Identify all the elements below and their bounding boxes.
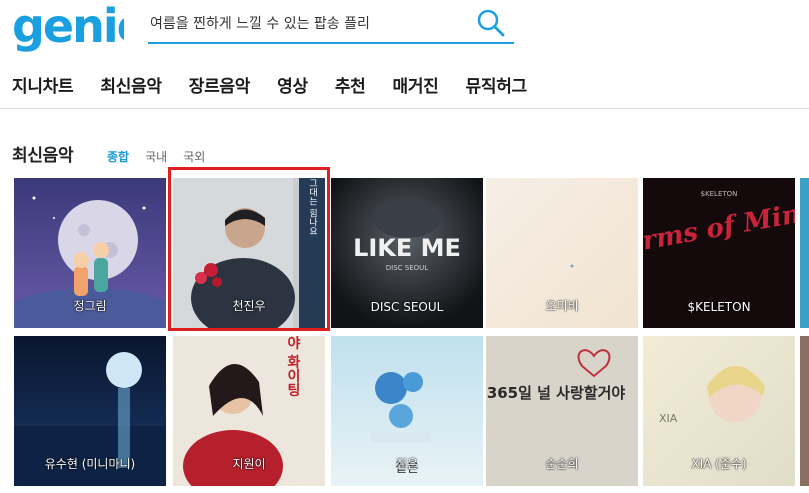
tab-foreign[interactable]: 국외 (183, 148, 205, 165)
album-card[interactable]: XIA XIA (준수) (643, 336, 795, 486)
search-icon[interactable] (476, 8, 506, 38)
album-card[interactable]: 이별이 그대는 힘나요 천진우 (173, 178, 325, 328)
genie-logo[interactable]: genie (12, 0, 124, 58)
search-bar (148, 6, 514, 44)
album-card[interactable]: 오미비 (486, 178, 638, 328)
album-artist: DISC SEOUL (370, 300, 444, 314)
album-cover (800, 336, 809, 486)
nav-item-chart[interactable]: 지니차트 (12, 72, 74, 98)
album-card-partial[interactable] (800, 178, 809, 328)
logo-text: genie (12, 0, 124, 53)
album-card-partial[interactable] (800, 336, 809, 486)
album-cover (800, 178, 809, 328)
cover-subtext: $KELETON (701, 190, 738, 198)
cover-text: XIA (659, 412, 678, 425)
album-artist: 천진우 (232, 299, 266, 313)
main-nav: 지니차트 최신음악 장르음악 영상 추천 매거진 뮤직허그 (12, 72, 554, 98)
album-artist: 오미비 (545, 299, 579, 313)
album-artist: 정그림 (73, 299, 107, 313)
section-tabs: 종합 국내 국외 (107, 148, 221, 165)
album-artist: 순순희 (545, 457, 579, 471)
cover-text: 365일 널 사랑할거야 (487, 384, 626, 402)
nav-divider (0, 108, 809, 109)
album-card[interactable]: Arms of Mine $KELETON $KELETON (643, 178, 795, 328)
album-artist: 짙은 (395, 457, 419, 471)
nav-item-musichug[interactable]: 뮤직허그 (466, 72, 528, 98)
album-card[interactable]: LIKE ME DISC SEOUL DISC SEOUL (331, 178, 483, 328)
tab-domestic[interactable]: 국내 (145, 148, 167, 165)
album-artist: 유수현 (미니마니) (44, 457, 136, 471)
nav-item-latest[interactable]: 최신음악 (100, 72, 162, 98)
nav-item-video[interactable]: 영상 (277, 72, 308, 98)
album-card[interactable]: 유수현 (미니마니) (14, 336, 166, 486)
nav-item-recommend[interactable]: 추천 (335, 72, 366, 98)
cover-text: 자기야 화이팅 (285, 336, 301, 398)
section-title: 최신음악 (12, 146, 74, 166)
nav-item-genre[interactable]: 장르음악 (189, 72, 251, 98)
cover-text: LIKE ME (353, 234, 461, 262)
album-card[interactable]: 정그림 (14, 178, 166, 328)
album-artist: $KELETON (687, 300, 751, 314)
album-card[interactable]: 자기야 화이팅 지원이 (173, 336, 325, 486)
album-card[interactable]: 365일 널 사랑할거야 순순희 (486, 336, 638, 486)
tab-all[interactable]: 종합 (107, 148, 129, 165)
cover-subtext: DISC SEOUL (386, 264, 429, 272)
cover-text: 이별이 그대는 힘나요 (307, 178, 317, 235)
album-artist: 지원이 (232, 457, 266, 471)
album-card[interactable]: 짙은 짙은 (331, 336, 483, 486)
nav-item-magazine[interactable]: 매거진 (393, 72, 439, 98)
search-input[interactable] (148, 6, 468, 42)
album-artist: XIA (준수) (691, 457, 747, 471)
